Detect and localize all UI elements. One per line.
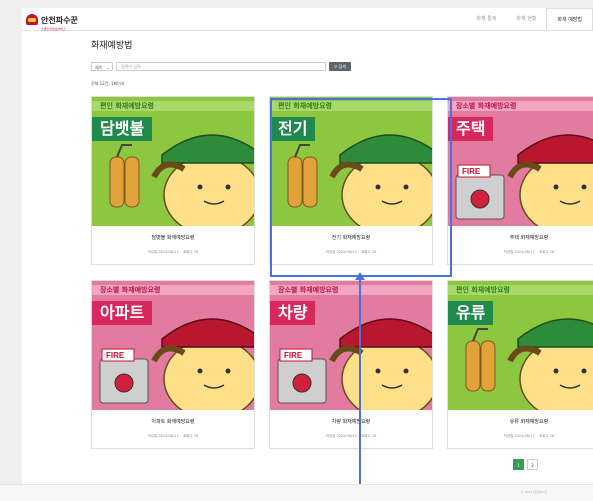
card-title: 주택 화재예방요령 — [509, 235, 549, 241]
logo-text: 안전파수꾼 — [41, 15, 78, 25]
card-body: 유류 화재예방요령 작성일 2024/08/13 조회수 16 — [448, 410, 593, 448]
card-date: 작성일 2024/08/13 — [503, 434, 535, 438]
card-category: 편인 화재예방요령 — [448, 285, 593, 295]
card-title: 차량 화재예방요령 — [331, 419, 371, 425]
card-body: 주택 화재예방요령 작성일 2024/08/13 조회수 16 — [448, 226, 593, 264]
footer: © 2024 안전파수꾼 — [0, 484, 593, 501]
card-thumbnail: 편인 화재예방요령 유류 — [448, 281, 593, 410]
fire-label-text: FIRE — [462, 167, 481, 176]
card-title: 유류 화재예방요령 — [509, 419, 549, 425]
card-thumbnail: FIRE 장소별 화재예방요령 차량 — [270, 281, 432, 410]
prevention-card[interactable]: FIRE 장소별 화재예방요령 아파트 아파트 화재예방요령 작성일 2024/… — [91, 280, 255, 449]
search-button-label: 검색 — [338, 64, 346, 69]
card-category: 장소별 화재예방요령 — [92, 285, 254, 295]
card-heading: 차량 — [270, 301, 316, 325]
nav-fire-status[interactable]: 화재 현황 — [506, 8, 546, 30]
card-thumbnail: FIRE 장소별 화재예방요령 주택 — [448, 97, 593, 226]
page-button-2[interactable]: 2 — [527, 459, 538, 470]
card-title: 담뱃불 화재예방요령 — [151, 235, 195, 241]
page-title: 화재예방법 — [91, 41, 133, 51]
highlight-box — [270, 98, 452, 277]
card-views: 조회수 16 — [539, 250, 555, 254]
prevention-card[interactable]: 편인 화재예방요령 유류 유류 화재예방요령 작성일 2024/08/13 조회… — [447, 280, 593, 449]
search-icon: ⚲ — [334, 64, 338, 69]
card-meta: 작성일 2024/08/13 조회수 16 — [448, 434, 593, 439]
search-input[interactable]: 검색어 입력 — [116, 62, 326, 71]
search-type-value: 제목 — [95, 65, 103, 70]
card-heading: 주택 — [448, 117, 494, 141]
card-heading: 아파트 — [92, 301, 153, 325]
nav-fire-prevention[interactable]: 화재 예방법 — [546, 8, 593, 30]
card-meta: 작성일 2024/08/13 조회수 16 — [448, 250, 593, 255]
card-views: 조회수 20 — [183, 434, 199, 438]
arrow-up-icon — [355, 272, 365, 280]
nav-fire-statistics[interactable]: 화재 통계 — [466, 8, 506, 30]
card-views: 조회수 20 — [183, 250, 199, 254]
card-thumbnail: FIRE 장소별 화재예방요령 아파트 — [92, 281, 254, 410]
card-category: 장소별 화재예방요령 — [448, 101, 593, 111]
arrow-line — [359, 277, 361, 500]
card-date: 작성일 2024/08/13 — [325, 434, 357, 438]
fire-label-text: FIRE — [284, 351, 303, 360]
card-views: 조회수 16 — [361, 434, 377, 438]
pagination: 1 2 — [513, 459, 541, 470]
top-navigation-bar: 안전파수꾼 소방안전정보서비스 화재 통계 화재 현황 화재 예방법 — [22, 8, 593, 31]
result-count: 전체 12건, 1페이지 — [91, 81, 125, 86]
prevention-card[interactable]: FIRE 장소별 화재예방요령 주택 주택 화재예방요령 작성일 2024/08… — [447, 96, 593, 265]
site-logo[interactable]: 안전파수꾼 소방안전정보서비스 — [26, 12, 78, 31]
search-button[interactable]: ⚲ 검색 — [329, 62, 351, 71]
card-date: 작성일 2024/08/13 — [147, 434, 179, 438]
search-type-select[interactable]: 제목 ⌄ — [91, 62, 113, 71]
logo-subtitle: 소방안전정보서비스 — [41, 26, 66, 31]
card-meta: 작성일 2024/08/13 조회수 16 — [270, 434, 432, 439]
card-date: 작성일 2024/08/13 — [147, 250, 179, 254]
card-body: 차량 화재예방요령 작성일 2024/08/13 조회수 16 — [270, 410, 432, 448]
card-body: 담뱃불 화재예방요령 작성일 2024/08/13 조회수 20 — [92, 226, 254, 264]
prevention-card[interactable]: 편인 화재예방요령 담뱃불 담뱃불 화재예방요령 작성일 2024/08/13 … — [91, 96, 255, 265]
card-heading: 담뱃불 — [92, 117, 153, 141]
main-nav: 화재 통계 화재 현황 화재 예방법 — [466, 8, 593, 30]
search-input-placeholder: 검색어 입력 — [121, 64, 141, 69]
fire-label-text: FIRE — [106, 351, 125, 360]
footer-copyright: © 2024 안전파수꾼 — [520, 490, 547, 494]
card-body: 아파트 화재예방요령 작성일 2024/08/13 조회수 20 — [92, 410, 254, 448]
card-views: 조회수 16 — [539, 434, 555, 438]
prevention-card[interactable]: FIRE 장소별 화재예방요령 차량 차량 화재예방요령 작성일 2024/08… — [269, 280, 433, 449]
card-category: 편인 화재예방요령 — [92, 101, 254, 111]
firefighter-helmet-icon — [26, 13, 38, 25]
card-title: 아파트 화재예방요령 — [151, 419, 195, 425]
card-category: 장소별 화재예방요령 — [270, 285, 432, 295]
card-meta: 작성일 2024/08/13 조회수 20 — [92, 434, 254, 439]
chevron-down-icon: ⌄ — [106, 65, 110, 70]
card-meta: 작성일 2024/08/13 조회수 20 — [92, 250, 254, 255]
card-thumbnail: 편인 화재예방요령 담뱃불 — [92, 97, 254, 226]
page-button-1[interactable]: 1 — [513, 459, 524, 470]
search-bar: 제목 ⌄ 검색어 입력 ⚲ 검색 — [91, 62, 351, 71]
card-heading: 유류 — [448, 301, 494, 325]
card-date: 작성일 2024/08/13 — [503, 250, 535, 254]
